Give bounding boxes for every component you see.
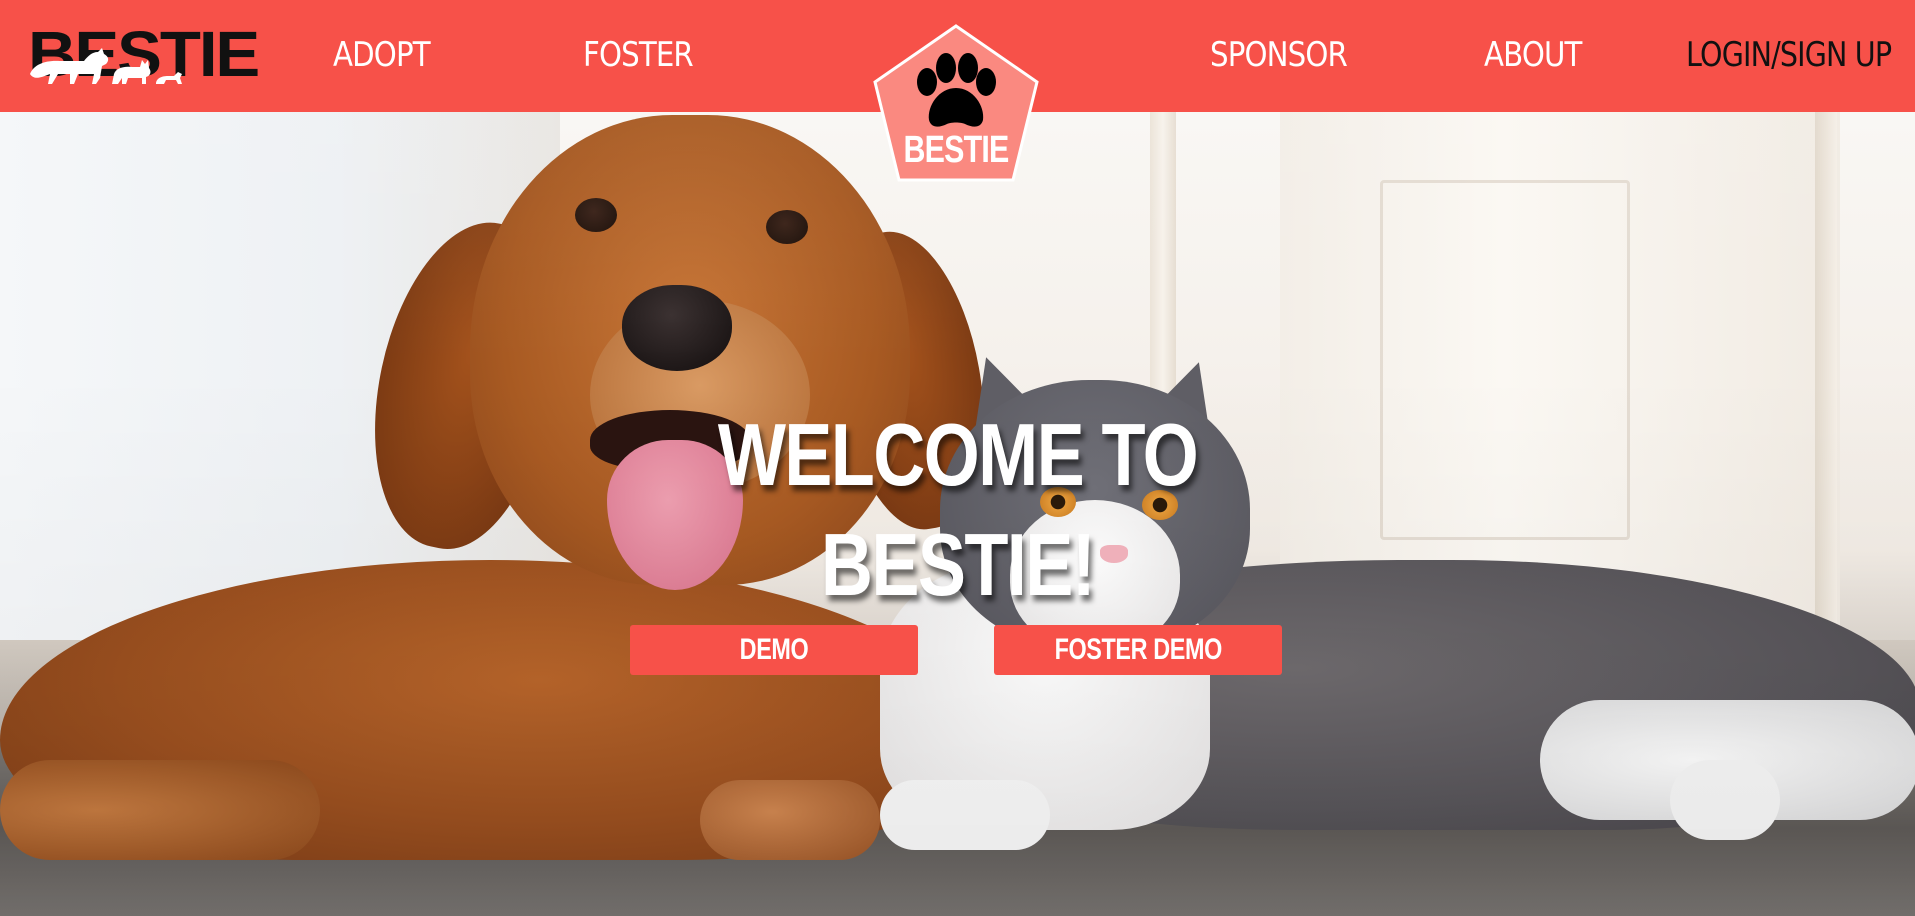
nav-sponsor-link[interactable]: SPONSOR [1210,30,1348,80]
nav-login-signup-link[interactable]: LOGIN/SIGN UP [1686,30,1892,80]
brand-logo[interactable]: BESTIE [28,22,260,86]
hero-title: WELCOME TO BESTIE! [717,405,1199,614]
foster-demo-button-label: FOSTER DEMO [1054,633,1222,666]
demo-button-label: DEMO [739,633,809,666]
pets-silhouette-icon [30,48,182,84]
nav-about-link[interactable]: ABOUT [1484,30,1582,80]
demo-button[interactable]: DEMO [630,625,918,675]
foster-demo-button[interactable]: FOSTER DEMO [994,625,1282,675]
nav-adopt-link[interactable]: ADOPT [333,30,431,80]
center-home-badge[interactable]: BESTIE [873,24,1039,182]
badge-label: BESTIE [903,129,1010,171]
nav-foster-link[interactable]: FOSTER [583,30,694,80]
